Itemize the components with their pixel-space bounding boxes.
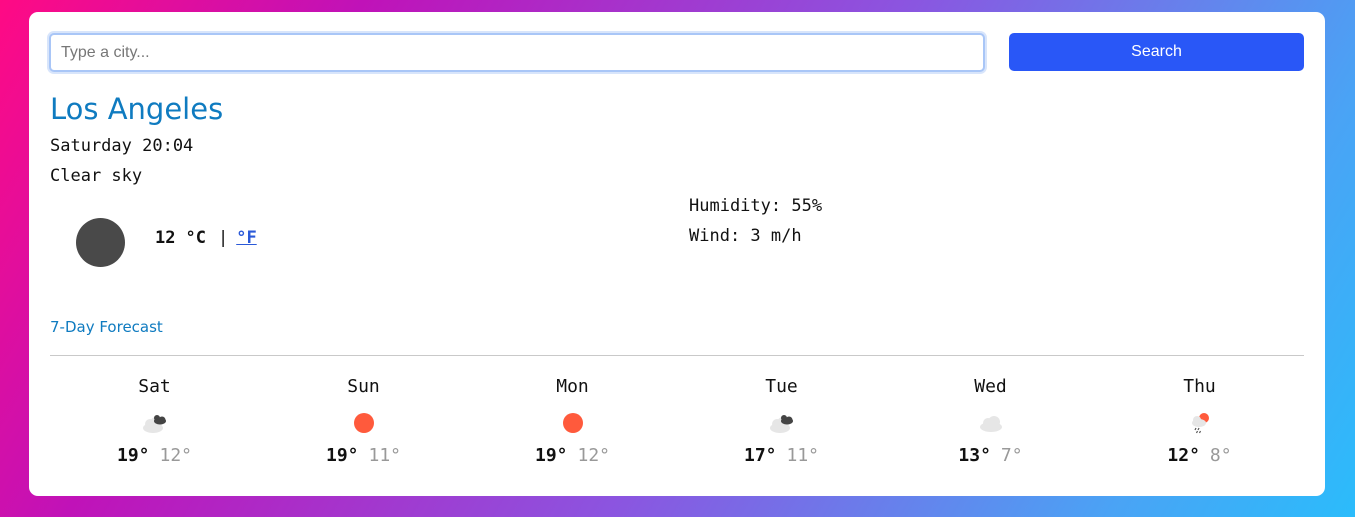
low-temp: 7° [1000, 445, 1023, 466]
day-name: Thu [1183, 376, 1216, 397]
forecast-day: Sat 19° 12° [50, 376, 259, 466]
high-temp: 19° [325, 445, 359, 466]
celsius-unit: °C [185, 228, 206, 248]
divider [50, 355, 1304, 356]
low-temp: 12° [159, 445, 193, 466]
day-name: Wed [974, 376, 1007, 397]
forecast-day: Tue 17° 11° [677, 376, 886, 466]
city-name: Los Angeles [50, 92, 224, 126]
search-button[interactable]: Search [1009, 33, 1304, 71]
day-name: Sun [347, 376, 380, 397]
high-temp: 19° [116, 445, 150, 466]
wind: Wind: 3 m/h [689, 226, 802, 246]
low-temp: 8° [1209, 445, 1232, 466]
high-temp: 17° [743, 445, 777, 466]
low-temp: 11° [368, 445, 402, 466]
clear-sun-icon [557, 407, 589, 439]
forecast-title: 7-Day Forecast [50, 318, 163, 336]
high-temp: 12° [1167, 445, 1200, 466]
broken-clouds-icon [139, 407, 171, 439]
weather-description: Clear sky [50, 166, 143, 186]
high-temp: 19° [534, 445, 568, 466]
current-datetime: Saturday 20:04 [50, 136, 194, 156]
day-name: Sat [138, 376, 171, 397]
day-name: Mon [556, 376, 589, 397]
low-temp: 12° [577, 445, 611, 466]
cloud-icon [975, 407, 1007, 439]
low-temp: 11° [786, 445, 820, 466]
unit-separator: | [217, 228, 229, 248]
broken-clouds-icon [766, 407, 798, 439]
city-search-input[interactable] [49, 33, 985, 72]
temperature-value: 12 [155, 228, 176, 248]
clear-sun-icon [348, 407, 380, 439]
weather-card: Search Los Angeles Saturday 20:04 Clear … [29, 12, 1325, 496]
forecast-day: Wed 13° 7° [886, 376, 1095, 466]
high-temp: 13° [958, 445, 991, 466]
humidity: Humidity: 55% [689, 196, 823, 216]
night-moon-icon [76, 218, 125, 267]
day-name: Tue [765, 376, 798, 397]
temperature-row: 12 °C | °F [155, 228, 257, 248]
forecast-day: Mon 19° 12° [468, 376, 677, 466]
forecast-day: Thu 12° 8° [1095, 376, 1304, 466]
forecast-list: Sat 19° 12° Sun 19° 11° Mon 19° 12° Tue … [50, 376, 1304, 466]
forecast-day: Sun 19° 11° [259, 376, 468, 466]
fahrenheit-link[interactable]: °F [236, 228, 256, 248]
rain-sun-icon [1184, 407, 1216, 439]
